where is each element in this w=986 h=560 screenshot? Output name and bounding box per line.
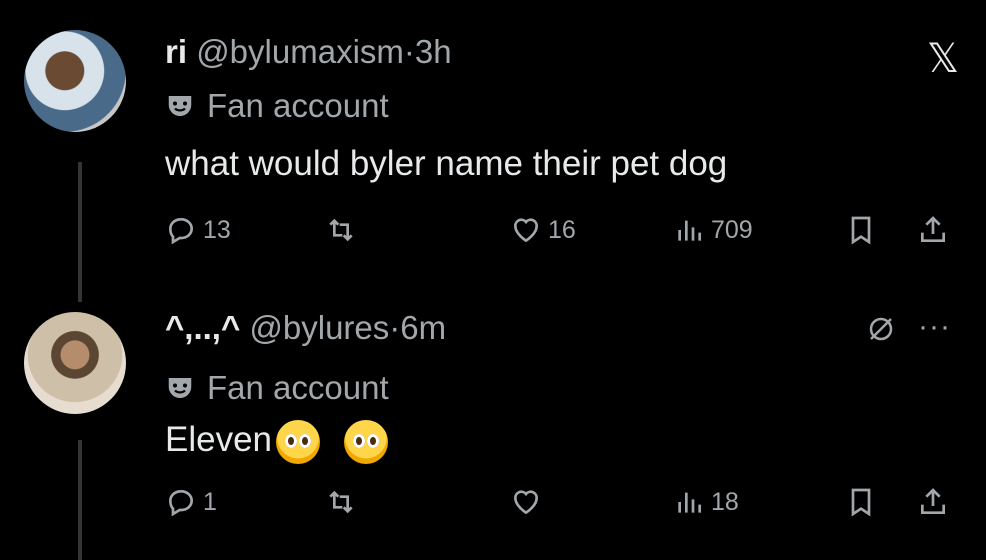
tweet-actions: 1 18 xyxy=(165,482,956,522)
heart-icon xyxy=(514,490,538,515)
tweet-text: what would byler name their pet dog xyxy=(165,144,728,183)
tweet-text-container: Eleven xyxy=(165,418,388,464)
account-label: Fan account xyxy=(165,368,389,408)
bookmark-button[interactable] xyxy=(845,210,877,250)
handle[interactable]: @bylures xyxy=(249,309,389,346)
reply-icon xyxy=(168,217,194,245)
views-icon xyxy=(678,220,701,241)
share-button[interactable] xyxy=(917,210,949,250)
views-icon xyxy=(678,492,701,513)
account-label-text: Fan account xyxy=(207,87,389,124)
tweet[interactable]: ^,..,^ @bylures·6m ··· Fan account Eleve… xyxy=(0,290,986,560)
theater-mask-icon xyxy=(168,96,192,116)
thread-line xyxy=(78,162,82,302)
timestamp[interactable]: 6m xyxy=(400,309,446,346)
repost-button[interactable] xyxy=(325,210,363,250)
bookmark-icon xyxy=(851,216,871,245)
reply-count: 1 xyxy=(203,487,217,516)
handle[interactable]: @bylumaxism xyxy=(196,33,404,70)
repost-icon xyxy=(329,218,353,242)
bookmark-icon xyxy=(851,488,871,517)
separator: · xyxy=(389,309,401,346)
views-button[interactable]: 18 xyxy=(673,482,739,522)
author-row: ri @bylumaxism·3h xyxy=(165,32,452,72)
thread-line xyxy=(78,440,82,560)
share-button[interactable] xyxy=(917,482,949,522)
more-icon[interactable]: ··· xyxy=(918,312,951,342)
view-count: 18 xyxy=(711,487,739,516)
timestamp[interactable]: 3h xyxy=(415,33,452,70)
hide-icon[interactable] xyxy=(866,314,896,344)
author-row: ^,..,^ @bylures·6m xyxy=(165,308,446,348)
avatar[interactable] xyxy=(24,30,126,132)
share-icon xyxy=(921,488,945,514)
reply-icon xyxy=(168,489,194,517)
x-logo-icon: 𝕏 xyxy=(926,37,960,81)
pleading-face-emoji xyxy=(343,419,388,464)
display-name[interactable]: ri xyxy=(165,33,187,70)
pleading-face-emoji xyxy=(276,419,321,464)
repost-button[interactable] xyxy=(325,482,363,522)
reply-button[interactable]: 13 xyxy=(165,210,231,250)
repost-icon xyxy=(329,490,353,514)
tweet-actions: 13 16 709 xyxy=(165,210,956,250)
like-count: 16 xyxy=(548,215,576,244)
views-button[interactable]: 709 xyxy=(673,210,753,250)
tweet-text: Eleven xyxy=(165,420,273,459)
bookmark-button[interactable] xyxy=(845,482,877,522)
account-label-text: Fan account xyxy=(207,369,389,406)
like-button[interactable]: 16 xyxy=(510,210,576,250)
reply-count: 13 xyxy=(203,215,231,244)
separator: · xyxy=(403,33,415,70)
share-icon xyxy=(921,216,945,242)
reply-button[interactable]: 1 xyxy=(165,482,217,522)
like-button[interactable] xyxy=(510,482,548,522)
display-name[interactable]: ^,..,^ xyxy=(165,309,240,346)
theater-mask-icon xyxy=(168,378,192,398)
avatar[interactable] xyxy=(24,312,126,414)
account-label: Fan account xyxy=(165,86,389,126)
view-count: 709 xyxy=(711,215,753,244)
heart-icon xyxy=(514,218,538,243)
tweet[interactable]: ri @bylumaxism·3h 𝕏 Fan account what wou… xyxy=(0,0,986,302)
